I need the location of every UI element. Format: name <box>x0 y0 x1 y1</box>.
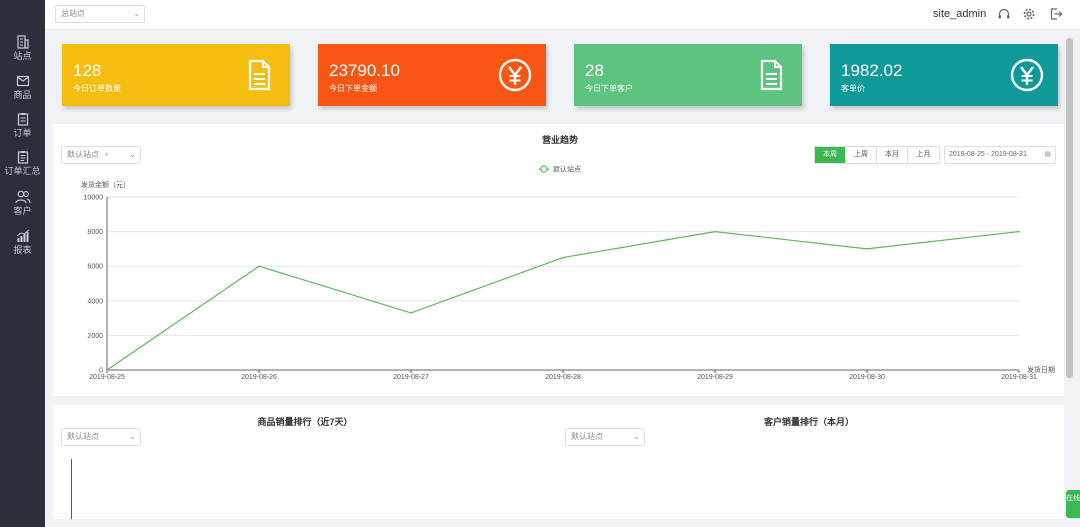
x-tick-label: 2019-08-27 <box>393 374 429 381</box>
stat-card-avg-price[interactable]: 1982.02 客单价 <box>830 44 1058 106</box>
top-header: 总站点 ⌄ site_admin <box>45 0 1080 30</box>
stat-value: 128 <box>73 61 102 80</box>
site-select[interactable]: 总站点 ⌄ <box>55 5 145 23</box>
y-tick-label: 4000 <box>87 298 103 305</box>
sidebar-item-customers[interactable]: 客户 <box>0 190 45 224</box>
goods-ranking-site-select[interactable]: 默认站点 ⌄ <box>61 428 141 446</box>
y-tick-label: 6000 <box>87 264 103 271</box>
goods-ranking-title: 商品销量排行（近7天） <box>257 417 353 427</box>
data-point <box>410 312 412 314</box>
x-tick-label: 2019-08-26 <box>241 374 277 381</box>
goods-ranking-axis <box>71 459 72 519</box>
sidebar-item-goods[interactable]: 商品 <box>0 74 45 108</box>
clipboard-list-icon <box>17 151 28 164</box>
stat-value: 28 <box>585 61 604 80</box>
clipboard-icon <box>17 113 28 126</box>
users-icon <box>14 190 31 204</box>
stat-card-customer-count[interactable]: 28 今日下单客户 <box>574 44 802 106</box>
sidebar-item-label: 站点 <box>13 51 32 61</box>
online-service-button[interactable]: 在线 <box>1066 490 1080 518</box>
x-tick-label: 2019-08-30 <box>849 374 885 381</box>
sidebar-item-label: 订单汇总 <box>4 166 41 176</box>
data-point <box>866 248 868 250</box>
scrollbar[interactable] <box>1066 38 1073 378</box>
stat-label: 今日下单金额 <box>329 84 377 93</box>
yen-icon <box>1010 58 1044 92</box>
building-icon <box>16 35 29 49</box>
sidebar-item-label: 报表 <box>13 245 32 255</box>
stat-value: 1982.02 <box>841 61 903 80</box>
sidebar-item-reports[interactable]: 报表 <box>0 229 45 263</box>
stat-label: 今日订单数量 <box>73 84 121 93</box>
username[interactable]: site_admin <box>933 8 986 20</box>
data-point <box>1018 230 1020 233</box>
customer-ranking-title: 客户销量排行（本月） <box>763 417 854 427</box>
trend-site-select-value: 默认站点 <box>67 150 99 159</box>
headset-icon[interactable] <box>997 7 1011 21</box>
y-tick-label: 8000 <box>87 229 103 236</box>
y-tick-label: 10000 <box>84 195 104 202</box>
site-select-value: 总站点 <box>61 9 85 18</box>
sidebar-item-orders[interactable]: 订单 <box>0 112 45 146</box>
goods-ranking-site-value: 默认站点 <box>67 432 99 441</box>
yen-icon <box>498 58 532 92</box>
chevron-down-icon: ⌄ <box>633 432 640 441</box>
trend-chart: 02000400060008000100002019-08-25 2019-08-… <box>81 165 1055 382</box>
ranking-panel <box>53 405 1064 519</box>
customer-ranking-site-value: 默认站点 <box>571 432 603 441</box>
x-tick-label: 2019-08-25 <box>89 374 125 381</box>
stat-card-order-amount[interactable]: 23790.10 今日下单金额 <box>318 44 546 106</box>
data-point <box>562 256 564 259</box>
stat-card-order-count[interactable]: 128 今日订单数量 <box>62 44 290 106</box>
stat-label: 今日下单客户 <box>585 84 633 93</box>
sidebar-item-label: 商品 <box>13 90 32 100</box>
data-point <box>106 369 108 371</box>
data-point <box>714 230 716 233</box>
document-icon <box>760 59 783 91</box>
y-tick-label: 2000 <box>87 333 103 340</box>
document-icon <box>248 59 271 91</box>
stat-label: 客单价 <box>841 84 865 93</box>
x-tick-label: 2019-08-31 <box>1001 374 1037 381</box>
gear-icon[interactable] <box>1022 7 1036 21</box>
y-axis-title: 发货金额（元） <box>81 180 130 189</box>
customer-ranking-site-select[interactable]: 默认站点 ⌄ <box>565 428 645 446</box>
x-axis-title: 发货日期 <box>1027 365 1055 374</box>
sidebar-item-order-summary[interactable]: 订单汇总 <box>0 150 45 184</box>
sidebar-item-label: 客户 <box>13 206 32 216</box>
trend-title: 营业趋势 <box>541 135 578 145</box>
box-icon <box>16 75 29 87</box>
chevron-down-icon: ⌄ <box>129 432 136 441</box>
data-point <box>258 265 260 267</box>
legend-marker <box>540 165 548 173</box>
bar-chart-icon <box>16 229 29 242</box>
sidebar-item-site[interactable]: 站点 <box>0 35 45 69</box>
x-tick-label: 2019-08-29 <box>697 374 733 381</box>
date-range-value: 2019-08-25 - 2019-08-31 <box>949 151 1027 158</box>
legend-label: 默认站点 <box>553 165 581 174</box>
x-tick-label: 2019-08-28 <box>545 374 581 381</box>
clear-icon[interactable]: × <box>104 150 109 159</box>
logout-icon[interactable] <box>1049 7 1063 21</box>
sidebar-item-label: 订单 <box>13 128 32 138</box>
chevron-down-icon: ⌄ <box>133 9 140 18</box>
stat-value: 23790.10 <box>329 61 400 80</box>
sidebar: 站点 商品 订单 订单汇总 客户 报表 <box>0 0 45 527</box>
